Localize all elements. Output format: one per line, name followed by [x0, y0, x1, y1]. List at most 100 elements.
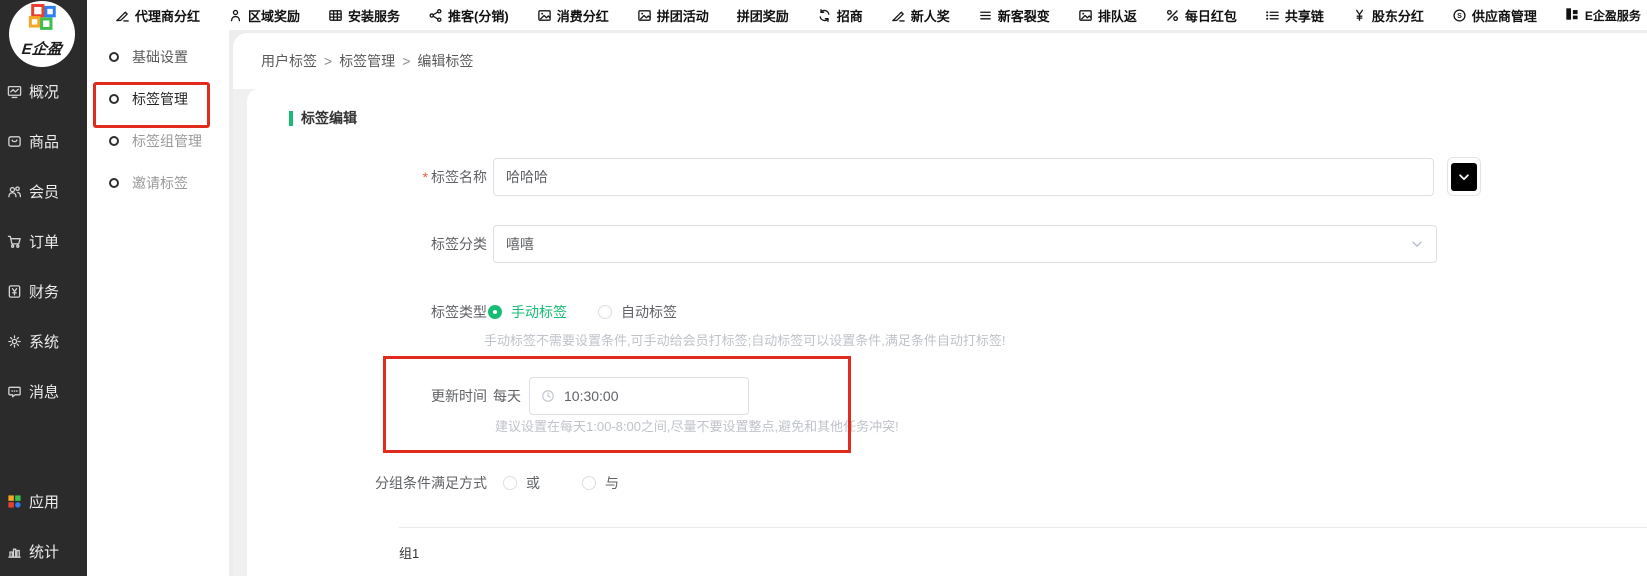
app-root: { "brand": { "logo_text": "E企盈", "servic…: [0, 0, 1647, 576]
sidebar-item-label: 系统: [29, 331, 59, 352]
yen-icon: [1352, 8, 1367, 23]
nav-item[interactable]: 共享链: [1265, 6, 1324, 25]
radio-option[interactable]: 或: [503, 473, 540, 493]
content-region: 基础设置标签管理标签组管理邀请标签 用户标签 > 标签管理 > 编辑标签 标签编…: [87, 30, 1647, 576]
nav-item[interactable]: 消费分红: [537, 6, 609, 25]
radio-option-label: 与: [605, 473, 619, 493]
nav-item[interactable]: 拼团奖励: [737, 6, 789, 25]
top-nav: 代理商分红 区域奖励 安装服务 推客(分销) 消费分红 拼团活动 拼团奖励 招商 新人奖 新客裂变…: [87, 0, 1647, 30]
gear-icon: [7, 334, 22, 349]
sidebar-item[interactable]: 商品: [0, 116, 87, 166]
nav-item-label: 每日红包: [1185, 6, 1237, 25]
submenu-item[interactable]: 基础设置: [87, 36, 229, 78]
nav-item-label: 安装服务: [348, 6, 400, 25]
tag-category-select[interactable]: 嘻嘻: [493, 225, 1437, 263]
nav-item[interactable]: S供应商管理: [1452, 6, 1537, 25]
nav-item[interactable]: 安装服务: [328, 6, 400, 25]
nav-item[interactable]: 推客(分销): [428, 6, 509, 25]
nav-item-label: 排队返: [1098, 6, 1137, 25]
update-time-prefix: 每天: [493, 377, 521, 415]
brand-logo-text: E企盈: [9, 38, 75, 59]
group-match-radio-group: 或与: [503, 474, 619, 492]
grid-table-icon: [328, 8, 343, 23]
section-header: 标签编辑: [289, 108, 357, 128]
sidebar-item-label: 会员: [29, 181, 59, 202]
nav-item[interactable]: 招商: [817, 6, 863, 25]
nav-item[interactable]: 代理商分红: [115, 6, 200, 25]
radio-option-label: 或: [526, 473, 540, 493]
sidebar-item-label: 财务: [29, 281, 59, 302]
submenu-item[interactable]: 邀请标签: [87, 162, 229, 204]
breadcrumb-separator: >: [324, 53, 332, 69]
breadcrumb-separator: >: [402, 53, 410, 69]
signature-icon: [891, 8, 906, 23]
update-time-input[interactable]: 10:30:00: [529, 377, 749, 415]
nav-item[interactable]: 每日红包: [1165, 6, 1237, 25]
tag-name-input[interactable]: [493, 158, 1434, 196]
update-time-hint: 建议设置在每天1:00-8:00之间,尽量不要设置整点,避免和其他任务冲突!: [495, 418, 899, 436]
nav-item-service[interactable]: E企盈服务: [1565, 7, 1641, 24]
sidebar-item-label: 统计: [29, 541, 59, 562]
required-mark: *: [423, 169, 428, 185]
breadcrumb-item[interactable]: 用户标签: [261, 51, 317, 71]
share-icon: [428, 8, 443, 23]
link-percent-icon: [1165, 8, 1180, 23]
nav-item[interactable]: 新人奖: [891, 6, 950, 25]
nav-item-label: 推客(分销): [448, 6, 509, 25]
service-squares-icon: [1565, 7, 1579, 21]
apps-icon: [7, 494, 22, 509]
submenu-item[interactable]: 标签组管理: [87, 120, 229, 162]
nav-item-label: 拼团活动: [657, 6, 709, 25]
sidebar-item[interactable]: 概况: [0, 66, 87, 116]
tag-name-dropdown-wrap: [1447, 157, 1481, 196]
sidebar-item-label: 消息: [29, 381, 59, 402]
brand-logo[interactable]: E企盈: [9, 1, 75, 67]
nav-item[interactable]: 股东分红: [1352, 6, 1424, 25]
main-sidebar: E企盈 概况商品会员订单财务系统消息 应用统计: [0, 0, 87, 576]
nav-item[interactable]: 排队返: [1078, 6, 1137, 25]
update-time-value: 10:30:00: [564, 388, 619, 404]
clock-icon: [541, 389, 555, 403]
person-award-icon: [228, 8, 243, 23]
radio-option[interactable]: 与: [582, 473, 619, 493]
tag-type-hint: 手动标签不需要设置条件,可手动给会员打标签;自动标签可以设置条件,满足条件自动打…: [484, 332, 1005, 350]
main-card: 用户标签 > 标签管理 > 编辑标签 标签编辑 *标签名称: [233, 33, 1647, 576]
circle-icon: [109, 52, 119, 62]
tag-name-dropdown-button[interactable]: [1451, 163, 1477, 191]
sidebar-item-label: 概况: [29, 81, 59, 102]
sidebar-item[interactable]: 消息: [0, 366, 87, 416]
breadcrumb-item[interactable]: 标签管理: [339, 51, 395, 71]
sidebar-item[interactable]: 应用: [0, 476, 87, 526]
supplier-icon: S: [1452, 8, 1467, 23]
sidebar-item[interactable]: 财务: [0, 266, 87, 316]
nav-item[interactable]: 新客裂变: [978, 6, 1050, 25]
signature-icon: [115, 8, 130, 23]
nav-item[interactable]: 拼团活动: [637, 6, 709, 25]
nav-item-label: 共享链: [1285, 6, 1324, 25]
radio-option[interactable]: 手动标签: [488, 302, 567, 322]
form-background: 标签编辑 *标签名称 标签分类 嘻嘻: [233, 89, 1647, 576]
sidebar-item-label: 商品: [29, 131, 59, 152]
tag-type-label: 标签类型: [247, 303, 487, 321]
radio-icon: [598, 305, 612, 319]
sidebar-item[interactable]: 订单: [0, 216, 87, 266]
nav-item[interactable]: 区域奖励: [228, 6, 300, 25]
sidebar-item[interactable]: 会员: [0, 166, 87, 216]
breadcrumb-item-current: 编辑标签: [417, 51, 473, 71]
section-accent-bar: [289, 111, 293, 126]
circle-icon: [109, 136, 119, 146]
sidebar-item[interactable]: 统计: [0, 526, 87, 576]
breadcrumb: 用户标签 > 标签管理 > 编辑标签: [233, 33, 1647, 88]
cart-icon: [7, 234, 22, 249]
tag-type-radio-group: 手动标签 自动标签: [488, 303, 677, 321]
finance-icon: [7, 284, 22, 299]
section-title: 标签编辑: [301, 108, 357, 128]
group-title: 组1: [399, 545, 419, 563]
tag-category-label: 标签分类: [247, 225, 487, 263]
sidebar-item[interactable]: 系统: [0, 316, 87, 366]
group-divider: [399, 527, 1647, 528]
image-icon: [637, 8, 652, 23]
circle-icon: [109, 94, 119, 104]
radio-option[interactable]: 自动标签: [598, 302, 677, 322]
submenu-item[interactable]: 标签管理: [87, 78, 229, 120]
